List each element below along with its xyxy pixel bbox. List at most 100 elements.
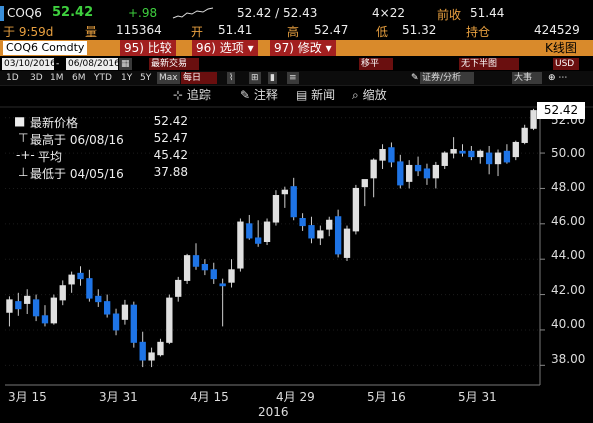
last-price-icon: ■ [14, 114, 26, 128]
candle-up [379, 149, 386, 161]
last-price: 52.42 [52, 5, 94, 20]
candle-down [103, 301, 111, 315]
low-label: 低 [376, 25, 389, 39]
candle-down [290, 186, 297, 218]
prev-close-label: 前收 [437, 8, 462, 22]
candle-down [86, 278, 93, 299]
zoom-label: 缩放 [362, 88, 387, 102]
candle-down [485, 152, 493, 165]
annotate-label: 注释 [253, 88, 278, 102]
candle-down [32, 299, 40, 317]
y-tick-label: 50.00 [551, 146, 586, 160]
candle-up [450, 149, 457, 154]
options-label: 选项 [219, 41, 244, 55]
period-6m[interactable]: 6M [70, 72, 88, 84]
period-dropdown[interactable]: 无下半图 [459, 58, 519, 70]
edit-label: 修改 [297, 41, 322, 55]
ticker-header: COQ6 52.42 +.98 52.42 / 52.43 4×22 前收 51… [0, 0, 593, 40]
time-label: 于 9:59d [3, 25, 54, 39]
chart-title: K线图 [545, 41, 577, 55]
candle-down [308, 225, 315, 239]
high-value: 52.47 [314, 23, 349, 37]
start-date-field[interactable]: 03/10/2016 [2, 58, 56, 70]
zoom-icon: ⌕ [352, 88, 359, 102]
options-button[interactable]: 96) 选项 ▾ [192, 40, 258, 56]
calendar-icon[interactable]: ▦ [119, 58, 132, 70]
period-3d[interactable]: 3D [28, 72, 45, 84]
period-max[interactable]: Max [157, 72, 180, 84]
analysis-button[interactable]: 证券/分析 [420, 72, 474, 84]
candle-down [139, 341, 146, 361]
x-tick-label: 4月 15 [190, 390, 229, 404]
candle-down [201, 263, 209, 271]
y-tick-label: 44.00 [551, 248, 586, 262]
candle-up [263, 221, 271, 242]
annotate-button[interactable]: ✎ 注释 [240, 86, 278, 104]
candle-up [50, 297, 58, 324]
low-value: 51.32 [402, 23, 437, 37]
y-tick-label: 46.00 [551, 214, 586, 228]
legend-low-value: 37.88 [153, 165, 188, 179]
date-separator: - [56, 59, 60, 69]
period-1d[interactable]: 1D [4, 72, 21, 84]
y-tick-label: 38.00 [551, 352, 586, 366]
events-button[interactable]: 大事 [512, 72, 542, 84]
candle-down [77, 272, 84, 280]
legend-last-value: 52.42 [153, 114, 188, 128]
candle-down [130, 304, 137, 343]
track-button[interactable]: ⊹ 追踪 [173, 86, 211, 104]
settings-icon[interactable]: ≡ [287, 72, 299, 84]
volume-value: 115364 [116, 23, 162, 37]
candle-up [228, 269, 235, 283]
x-tick-label: 3月 15 [8, 390, 47, 404]
options-num: 96) [196, 41, 216, 55]
legend-high-value: 52.47 [153, 131, 188, 145]
chart-legend: ■ 最新价格 52.42 ⊤ 最高于 06/08/16 52.47 -+- 平均… [8, 112, 192, 182]
controls-row: 03/10/2016 - 06/08/2016 ▦ 最新交易 移平 无下半图 U… [0, 57, 593, 71]
y-tick-label: 40.00 [551, 317, 586, 331]
candle-up [121, 304, 129, 320]
smooth-button[interactable]: 移平 [359, 58, 393, 70]
candle-down [219, 283, 226, 287]
compare-label: 比较 [147, 41, 172, 55]
x-tick-label: 5月 16 [367, 390, 406, 404]
edit-num: 97) [274, 41, 294, 55]
average-marker-icon: -+- [16, 148, 35, 162]
more-icon[interactable]: ⊕ ⋯ [548, 72, 567, 84]
candle-up [183, 255, 191, 281]
bid-ask: 52.42 / 52.43 [237, 6, 318, 20]
candle-up [326, 219, 333, 230]
compare-button[interactable]: 95) 比较 [120, 40, 176, 56]
x-year-label: 2016 [258, 405, 289, 419]
bar-chart-icon[interactable]: ▮ [268, 72, 277, 84]
period-5y[interactable]: 5Y [138, 72, 153, 84]
edit-button[interactable]: 97) 修改 ▾ [270, 40, 336, 56]
candle-down [255, 237, 262, 244]
end-date-field[interactable]: 06/08/2016 [66, 58, 120, 70]
candle-up [361, 179, 368, 188]
period-1m[interactable]: 1M [48, 72, 66, 84]
line-chart-icon[interactable]: ⌇ [227, 72, 236, 84]
candle-up [24, 295, 31, 304]
candle-up [406, 164, 413, 182]
security-field[interactable]: COQ6 Comdty [3, 41, 88, 55]
candle-icon[interactable]: ⊞ [249, 72, 261, 84]
candle-up [157, 341, 164, 356]
y-tick-label: 42.00 [551, 283, 586, 297]
currency-dropdown[interactable]: USD [553, 58, 579, 70]
candle-up [272, 195, 280, 223]
news-button[interactable]: ▤ 新闻 [296, 86, 335, 104]
caret-down-icon: ▾ [247, 41, 254, 55]
high-label: 高 [287, 25, 300, 39]
frequency-dropdown[interactable]: 每日 [181, 72, 217, 84]
trade-type-dropdown[interactable]: 最新交易 [149, 58, 199, 70]
period-1y[interactable]: 1Y [119, 72, 134, 84]
candle-down [210, 269, 217, 280]
period-ytd[interactable]: YTD [92, 72, 114, 84]
x-tick-label: 5月 31 [458, 390, 497, 404]
period-row: 1D 3D 1M 6M YTD 1Y 5Y Max 每日 ⌇ ⊞ ▮ ≡ ✎ ⊿… [0, 71, 593, 85]
candle-down [192, 255, 200, 267]
candle-up [281, 189, 288, 195]
zoom-button[interactable]: ⌕ 缩放 [352, 86, 387, 104]
ticker-symbol[interactable]: COQ6 [7, 6, 42, 20]
